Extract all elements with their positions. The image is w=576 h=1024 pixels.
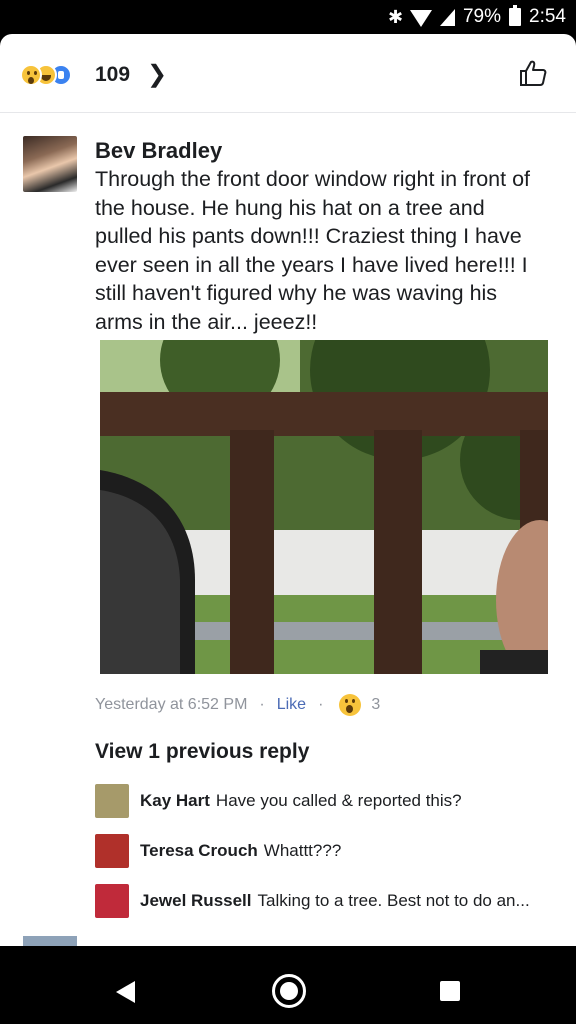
bluetooth-icon: ✱	[387, 6, 404, 27]
comment-reaction-count[interactable]: 3	[371, 696, 380, 714]
reply-body: Whattt???	[263, 841, 342, 860]
comment-timestamp: Yesterday at 6:52 PM	[95, 696, 248, 713]
system-nav-bar	[0, 960, 576, 1024]
reply-author[interactable]: Teresa Crouch	[140, 841, 258, 860]
reply-body: Talking to a tree. Best not to do an...	[257, 891, 530, 910]
reactions-bar[interactable]: 109 ❯	[0, 34, 576, 113]
reply-item[interactable]: Teresa Crouch Whattt???	[95, 834, 565, 870]
wow-reaction-icon	[20, 64, 42, 86]
back-icon[interactable]	[116, 981, 135, 1003]
cell-signal-icon	[439, 8, 455, 26]
avatar[interactable]	[95, 784, 129, 818]
reply-author[interactable]: Jewel Russell	[140, 891, 252, 910]
chevron-right-icon[interactable]: ❯	[147, 60, 167, 89]
battery-percent: 79%	[462, 6, 502, 27]
thumbs-up-icon[interactable]	[518, 58, 548, 88]
battery-icon	[509, 5, 522, 26]
view-previous-replies-link[interactable]: View 1 previous reply	[95, 740, 309, 764]
status-bar: ✱ 79% 2:54	[0, 0, 576, 34]
comment-photo[interactable]	[100, 340, 548, 674]
reaction-count: 109	[95, 63, 131, 86]
home-icon[interactable]	[272, 974, 306, 1008]
reply-text: Kay Hart Have you called & reported this?	[140, 791, 462, 811]
reply-body: Have you called & reported this?	[215, 791, 462, 810]
separator-dot: ·	[318, 696, 324, 713]
avatar[interactable]	[95, 884, 129, 918]
recent-apps-icon[interactable]	[440, 981, 460, 1001]
reply-text: Teresa Crouch Whattt???	[140, 841, 341, 861]
clock: 2:54	[529, 6, 566, 27]
separator-dot: ·	[259, 696, 265, 713]
reply-text: Jewel Russell Talking to a tree. Best not…	[140, 891, 530, 911]
wifi-icon	[409, 9, 432, 27]
avatar[interactable]	[23, 936, 77, 946]
avatar[interactable]	[95, 834, 129, 868]
like-link[interactable]: Like	[277, 696, 306, 714]
comments-sheet: 109 ❯ Bev Bradley Through the front door…	[0, 34, 576, 946]
avatar[interactable]	[23, 136, 77, 192]
reply-author[interactable]: Kay Hart	[140, 791, 210, 810]
reply-item[interactable]: Kay Hart Have you called & reported this?	[95, 784, 565, 820]
reply-item[interactable]: Jewel Russell Talking to a tree. Best not…	[95, 884, 565, 920]
comment-meta: Yesterday at 6:52 PM · Like · 3	[95, 694, 380, 716]
comment-author[interactable]: Bev Bradley	[95, 138, 222, 164]
wow-reaction-icon[interactable]	[339, 694, 362, 716]
reaction-icons	[20, 64, 72, 86]
comment-text: Through the front door window right in f…	[95, 167, 531, 334]
